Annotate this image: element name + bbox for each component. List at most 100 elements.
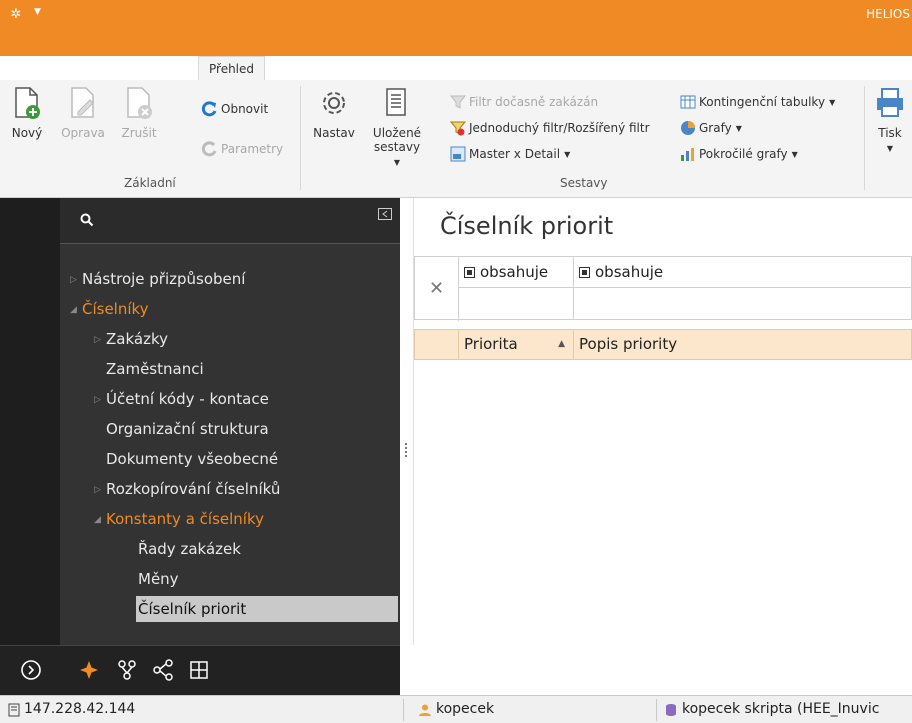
nav-item-label: Měny [138,570,179,588]
nav-bottom-bar [0,645,400,695]
nav-item-rady-zakazek[interactable]: Řady zakázek [138,536,241,562]
nav-item-ciselnik-priorit[interactable]: Číselník priorit [136,596,398,622]
delete-label: Zrušit [121,126,157,140]
filter-input-priorita[interactable] [459,288,574,319]
tab-system[interactable]: Systém [281,56,346,80]
nav-item-ucetni-kody[interactable]: ▷ Účetní kódy - kontace [94,386,269,412]
chevron-down-icon: ▼ [791,149,798,159]
column-header-priorita[interactable]: Priorita ▲ [459,330,574,359]
nav-splitter[interactable] [400,198,414,645]
database-icon [666,703,676,716]
master-detail-icon [450,146,466,162]
edit-button[interactable]: Oprava [54,86,112,140]
simple-filter-button[interactable]: Jednoduchý filtr/Rozšířený filtr [450,120,650,136]
nav-item-zakazky[interactable]: ▷ Zakázky [94,326,168,352]
nav-item-label: Číselník priorit [138,600,247,618]
collapse-panel-icon[interactable] [378,208,392,220]
nav-item-label: Účetní kódy - kontace [106,390,269,408]
status-ip: 147.228.42.144 [24,701,136,717]
nav-search-bar[interactable] [60,198,400,244]
nastav-label: Nastav [313,126,355,140]
parameters-button[interactable]: Parametry [200,140,283,158]
helios-logo-icon[interactable]: ✲ [6,5,26,25]
search-icon[interactable] [80,213,94,227]
pie-chart-icon [681,121,695,135]
pivot-tables-button[interactable]: Kontingenční tabulky ▼ [680,94,835,110]
saved-reports-button[interactable]: Uložené sestavy ▼ [372,86,422,170]
group-separator [864,86,865,190]
edit-document-icon [71,87,94,118]
tab-prehled[interactable]: Přehled [198,56,266,80]
filter-operator-popis[interactable]: obsahuje [574,257,912,288]
nav-item-organizacni-struktura[interactable]: Organizační struktura [106,416,269,442]
filter-input-popis[interactable] [574,288,912,319]
nav-item-ciselniky[interactable]: ◢ Číselníky [70,296,149,322]
quick-access-dropdown-icon[interactable]: ▼ [34,7,41,17]
column-header-popis[interactable]: Popis priority [574,330,912,359]
nav-item-rozkopirovani[interactable]: ▷ Rozkopírování číselníků [94,476,280,502]
expand-icon: ▷ [94,485,101,495]
nav-item-label: Dokumenty všeobecné [106,450,279,468]
nav-item-dokumenty[interactable]: Dokumenty všeobecné [106,446,278,472]
funnel-icon [450,121,466,136]
status-separator [403,699,404,721]
nastav-button[interactable]: Nastav [308,86,360,140]
filter-operator-label: obsahuje [480,263,549,281]
window-title: HELIOS [866,7,910,21]
collapse-icon: ◢ [70,305,77,315]
nav-item-meny[interactable]: Měny [138,566,179,592]
saved-reports-icon [386,88,406,116]
nav-item-label: Číselníky [82,300,149,318]
new-button[interactable]: Nový [4,86,50,140]
charts-button[interactable]: Grafy ▼ [680,120,742,136]
navigation-panel: ▷ Nástroje přizpůsobení ◢ Číselníky ▷ Zakáz… [60,198,400,645]
nav-item-label: Nástroje přizpůsobení [82,270,246,288]
grid-layout-icon[interactable] [188,659,210,681]
chevron-down-icon: ▼ [735,123,742,133]
gear-icon [323,92,345,114]
nav-item-label: Konstanty a číselníky [106,510,264,528]
left-strip [0,198,60,645]
nav-item-label: Zakázky [106,330,168,348]
group-label-zakladni: Základní [124,176,176,190]
title-bar: ✲ ▼ HELIOS [0,0,912,56]
expand-icon: ▷ [70,275,77,285]
chevron-down-icon: ▼ [829,97,836,107]
master-detail-button[interactable]: Master x Detail ▼ [450,146,570,162]
refresh-button[interactable]: Obnovit [200,100,268,118]
expand-icon: ▷ [94,335,101,345]
collapse-icon: ◢ [94,515,101,525]
pivot-tables-label: Kontingenční tabulky [699,95,826,109]
advanced-charts-button[interactable]: Pokročilé grafy ▼ [680,146,798,162]
chevron-down-icon: ▼ [564,149,571,159]
nav-item-konstanty[interactable]: ◢ Konstanty a číselníky [94,506,264,532]
nav-item-nastroje[interactable]: ▷ Nástroje přizpůsobení [70,266,245,292]
workflow-icon[interactable] [116,659,138,681]
refresh-label: Obnovit [221,102,269,116]
nav-item-label: Zaměstnanci [106,360,204,378]
status-user: kopecek [418,696,494,723]
circle-arrow-icon[interactable] [20,659,42,681]
chevron-down-icon: ▼ [886,144,894,153]
tab-helios[interactable]: HELIOS [4,56,68,80]
group-label-sestavy: Sestavy [560,176,608,190]
filter-disabled-button[interactable]: Filtr dočasně zakázán [450,94,598,110]
status-username: kopecek [436,701,495,717]
user-icon [419,704,431,716]
expand-icon: ▷ [94,395,101,405]
column-label: Priorita [464,335,518,353]
tab-automat[interactable]: Automat [112,56,184,80]
helios-star-icon[interactable] [78,659,100,681]
delete-button[interactable]: Zrušit [116,86,162,140]
print-label: Tisk [878,126,902,140]
status-db-name: kopecek skripta (HEE_Inuvic [682,701,880,717]
column-label: Popis priority [579,335,678,353]
advanced-charts-label: Pokročilé grafy [699,147,788,161]
filter-operator-priorita[interactable]: obsahuje [459,257,574,288]
nav-item-zamestnanci[interactable]: Zaměstnanci [106,356,204,382]
clear-filter-icon[interactable]: ✕ [415,257,459,321]
share-icon[interactable] [152,659,174,681]
group-separator [300,86,301,190]
status-separator [656,699,657,721]
print-button[interactable]: Tisk ▼ [868,86,912,154]
